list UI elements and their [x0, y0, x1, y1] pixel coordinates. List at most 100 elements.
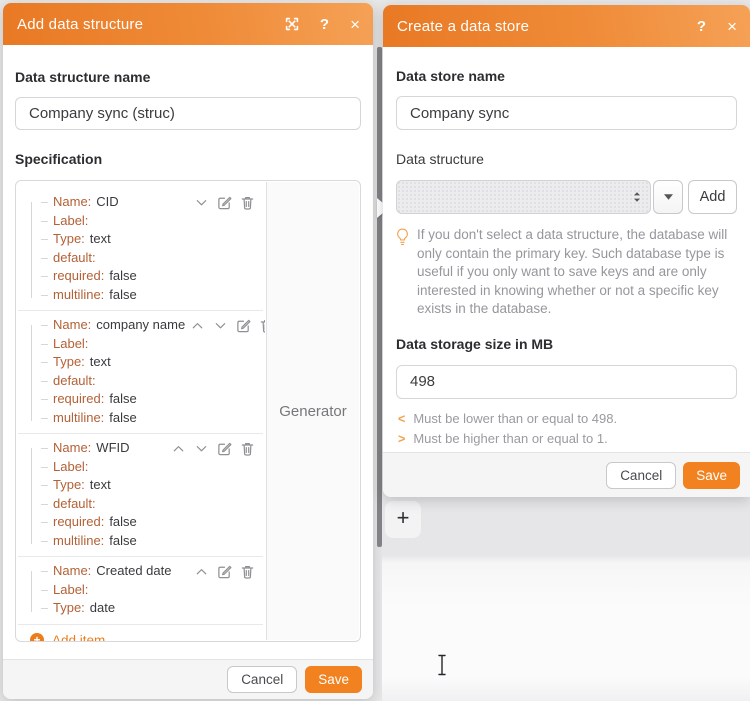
- move-down-icon[interactable]: [193, 194, 209, 210]
- delete-icon[interactable]: [239, 440, 255, 456]
- dialog-footer: Cancel Save: [3, 659, 373, 699]
- spec-key: Type:: [53, 477, 85, 492]
- plus-circle-icon: +: [30, 633, 44, 641]
- dialog-title: Create a data store: [397, 17, 530, 35]
- spec-row: Name: Created date: [28, 562, 255, 581]
- data-storage-size-label: Data storage size in MB: [396, 335, 554, 352]
- text-cursor-icon: [436, 654, 448, 676]
- spec-key: required:: [53, 514, 105, 529]
- spec-key: multiline:: [53, 409, 105, 425]
- spec-key: default:: [53, 372, 96, 388]
- spec-row: Label:: [28, 335, 255, 354]
- up-down-arrows-icon: [634, 192, 640, 202]
- data-store-name-label: Data store name: [396, 68, 505, 84]
- spec-value: company name: [96, 317, 186, 332]
- select-dropdown-button[interactable]: [653, 180, 683, 214]
- delete-icon[interactable]: [258, 317, 265, 333]
- spec-item: Name: Created date Label: Type: date: [18, 557, 263, 625]
- move-up-icon[interactable]: [193, 563, 209, 579]
- dialog-title: Add data structure: [17, 15, 144, 33]
- info-note: If you don't select a data structure, th…: [396, 226, 737, 319]
- spec-key: required:: [53, 391, 105, 406]
- add-structure-button[interactable]: Add: [688, 180, 737, 214]
- edit-icon[interactable]: [216, 194, 232, 210]
- delete-icon[interactable]: [239, 194, 255, 210]
- expand-icon[interactable]: [285, 17, 299, 31]
- spec-value: false: [109, 514, 137, 529]
- scrollbar[interactable]: [377, 47, 382, 547]
- spec-key: multiline:: [53, 532, 105, 548]
- spec-key: default:: [53, 249, 96, 265]
- add-item-button[interactable]: + Add item: [16, 625, 265, 642]
- spec-value: false: [109, 409, 137, 425]
- add-item-label: Add item: [52, 632, 106, 642]
- spec-row: multiline: false: [28, 532, 255, 551]
- delete-icon[interactable]: [239, 563, 255, 579]
- edit-icon[interactable]: [235, 317, 251, 333]
- cancel-button[interactable]: Cancel: [227, 666, 298, 693]
- spec-key: Name:: [53, 317, 92, 332]
- spec-item: Name: company name Label: Type: text default:…: [18, 311, 265, 434]
- spec-row: Type: date: [28, 599, 255, 618]
- spec-value: false: [109, 268, 137, 283]
- add-data-structure-dialog: Add data structure ? × Data structure na…: [3, 3, 373, 699]
- dialog-header: Add data structure ? ×: [3, 3, 373, 45]
- spec-key: Type:: [53, 231, 85, 246]
- data-structure-select[interactable]: [396, 180, 651, 214]
- spec-row: Label:: [28, 458, 255, 477]
- edit-icon[interactable]: [216, 563, 232, 579]
- spec-value: false: [109, 391, 137, 406]
- move-up-icon[interactable]: [189, 317, 205, 333]
- spec-row: required: false: [28, 267, 255, 286]
- spec-key: Name:: [53, 563, 92, 578]
- save-button[interactable]: Save: [305, 666, 362, 693]
- close-icon[interactable]: ×: [727, 18, 737, 35]
- data-storage-size-input[interactable]: [396, 364, 737, 399]
- spec-item: Name: CID Label: Type: text default: required:…: [18, 188, 263, 311]
- edit-icon[interactable]: [216, 440, 232, 456]
- spec-row: default:: [28, 249, 255, 268]
- generator-panel[interactable]: Generator: [266, 182, 359, 640]
- spec-row: multiline: false: [28, 409, 255, 428]
- spec-key: Label:: [53, 581, 89, 597]
- spec-value: false: [109, 532, 137, 548]
- spec-row: Label:: [28, 212, 255, 231]
- close-icon[interactable]: ×: [350, 16, 360, 33]
- generator-label: Generator: [279, 402, 347, 420]
- spec-value: text: [89, 477, 111, 492]
- spec-row: Name: CID: [28, 193, 255, 212]
- help-icon[interactable]: ?: [697, 19, 706, 34]
- spec-value: false: [109, 286, 137, 302]
- spec-item-list: Name: CID Label: Type: text default: required:…: [16, 181, 265, 641]
- move-down-icon[interactable]: [212, 317, 228, 333]
- spec-value: text: [89, 231, 111, 246]
- create-data-store-dialog: Create a data store ? × Data store name …: [383, 5, 750, 497]
- spec-row: Type: text: [28, 230, 255, 249]
- spec-row: required: false: [28, 513, 255, 532]
- data-store-name-input[interactable]: [396, 96, 737, 130]
- save-button[interactable]: Save: [683, 461, 740, 489]
- spec-key: required:: [53, 268, 105, 283]
- add-tab-button[interactable]: +: [385, 501, 421, 538]
- spec-key: multiline:: [53, 286, 105, 302]
- help-icon[interactable]: ?: [320, 17, 329, 32]
- data-structure-name-input[interactable]: [15, 97, 361, 130]
- spec-value: date: [89, 600, 116, 615]
- caret-down-icon: [663, 194, 673, 200]
- move-up-icon[interactable]: [170, 440, 186, 456]
- cancel-button[interactable]: Cancel: [606, 461, 677, 489]
- spec-row: multiline: false: [28, 286, 255, 305]
- spec-key: Label:: [53, 458, 89, 474]
- spec-row: default:: [28, 495, 255, 514]
- spec-item: Name: WFID Label: Type: text default: required…: [18, 434, 263, 557]
- hint-text: Must be higher than or equal to 1.: [413, 430, 608, 446]
- spec-row: required: false: [28, 390, 255, 409]
- hint-text: Must be lower than or equal to 498.: [413, 410, 618, 426]
- data-structure-name-label: Data structure name: [15, 69, 151, 85]
- move-down-icon[interactable]: [193, 440, 209, 456]
- validation-hint: < Must be lower than or equal to 498.: [396, 409, 737, 429]
- spec-key: Name:: [53, 440, 92, 455]
- chevron-right-icon: >: [398, 431, 406, 446]
- spec-row: Type: text: [28, 476, 255, 495]
- spec-key: Type:: [53, 600, 85, 615]
